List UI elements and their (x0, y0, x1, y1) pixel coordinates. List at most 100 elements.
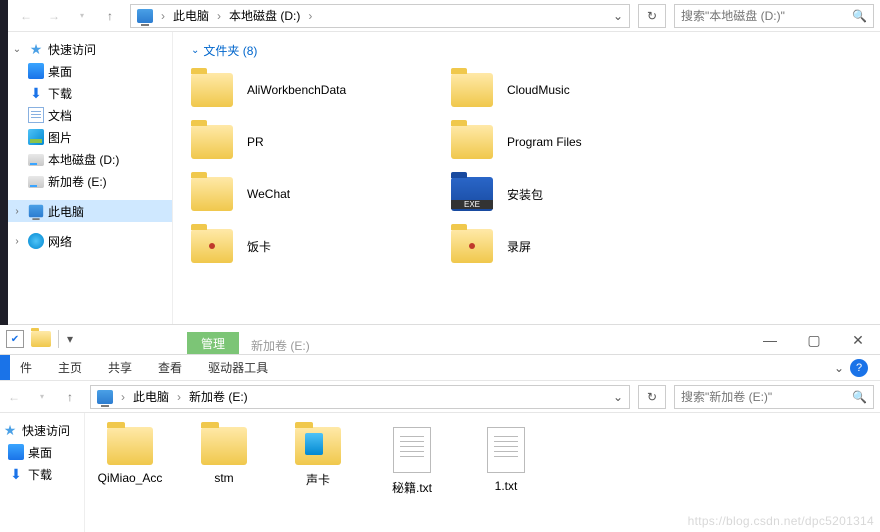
menu-view[interactable]: 查看 (158, 359, 182, 376)
tree-label: 此电脑 (48, 203, 84, 220)
chevron-right-icon: › (177, 390, 181, 404)
folder-item[interactable]: WeChat (191, 177, 451, 211)
minimize-button[interactable]: — (748, 326, 792, 354)
tree-label: 快速访问 (22, 422, 70, 439)
folder-name: Program Files (507, 135, 582, 149)
expand-icon[interactable]: › (10, 236, 24, 247)
tree-quick-access[interactable]: ⌄ ★ 快速访问 (8, 38, 172, 60)
folder-item[interactable]: CloudMusic (451, 73, 711, 107)
navigation-pane: ⌄ ★ 快速访问 桌面 ⬇下载 文档 图片 本地磁盘 (D:) 新加卷 (E:)… (8, 32, 173, 324)
tree-item-d-drive[interactable]: 本地磁盘 (D:) (26, 148, 172, 170)
back-button[interactable]: ← (14, 4, 38, 28)
address-dropdown-icon[interactable]: ⌄ (613, 390, 623, 404)
menu-file[interactable]: 件 (20, 359, 32, 376)
tree-this-pc[interactable]: › 此电脑 (8, 200, 172, 222)
address-bar[interactable]: › 此电脑 › 本地磁盘 (D:) › ⌄ (130, 4, 630, 28)
collapse-icon[interactable]: ⌄ (10, 44, 24, 55)
expand-icon[interactable]: › (10, 206, 24, 217)
address-dropdown-icon[interactable]: ⌄ (613, 9, 623, 23)
navigation-pane: ★ 快速访问 桌面 ⬇下载 (0, 413, 85, 532)
folder-item[interactable]: stm (189, 427, 259, 518)
drive-icon (28, 154, 44, 166)
folders-grid: AliWorkbenchData CloudMusic PR Program F… (191, 73, 862, 263)
folder-item[interactable]: 安装包 (451, 177, 711, 211)
breadcrumb-root[interactable]: 此电脑 (133, 388, 169, 405)
forward-button[interactable]: → (42, 4, 66, 28)
desktop-icon (8, 444, 24, 460)
folder-icon (191, 125, 233, 159)
folder-item[interactable]: 声卡 (283, 427, 353, 518)
file-item[interactable]: 1.txt (471, 427, 541, 518)
download-icon: ⬇ (8, 466, 24, 482)
tree-item-downloads[interactable]: ⬇下载 (26, 82, 172, 104)
folder-item[interactable]: Program Files (451, 125, 711, 159)
ribbon-right: ⌄ ? (834, 359, 868, 377)
breadcrumb-path[interactable]: 新加卷 (E:) (189, 388, 248, 405)
tree-item-desktop[interactable]: 桌面 (26, 60, 172, 82)
maximize-button[interactable]: ▢ (792, 326, 836, 354)
item-name: QiMiao_Acc (98, 471, 163, 485)
group-header-folders[interactable]: ⌄ 文件夹 (8) (191, 42, 862, 59)
refresh-button[interactable]: ↻ (638, 4, 666, 28)
tree-item-e-drive[interactable]: 新加卷 (E:) (26, 170, 172, 192)
file-item[interactable]: 秘籍.txt (377, 427, 447, 518)
folder-item[interactable]: 录屏 (451, 229, 711, 263)
tree-label: 网络 (48, 233, 72, 250)
search-icon[interactable]: 🔍 (852, 390, 867, 404)
watermark: https://blog.csdn.net/dpc5201314 (688, 514, 874, 528)
ribbon-expand-icon[interactable]: ⌄ (834, 361, 844, 375)
folder-icon (201, 427, 247, 465)
back-button[interactable]: ← (2, 385, 26, 409)
divider (58, 330, 59, 348)
refresh-button[interactable]: ↻ (638, 385, 666, 409)
qat-dropdown[interactable]: ▾ (63, 332, 77, 346)
folder-name: 安装包 (507, 186, 543, 203)
up-button[interactable]: ↑ (58, 385, 82, 409)
chevron-right-icon: › (161, 9, 165, 23)
breadcrumb-root[interactable]: 此电脑 (173, 7, 209, 24)
search-input[interactable] (681, 9, 852, 23)
menu-home[interactable]: 主页 (58, 359, 82, 376)
pc-icon (29, 205, 43, 218)
explorer-window-d-drive: ← → ▾ ↑ › 此电脑 › 本地磁盘 (D:) › ⌄ ↻ 🔍 ⌄ ★ 快速… (8, 0, 880, 325)
collapse-icon[interactable]: ⌄ (191, 45, 199, 56)
tree-item-pictures[interactable]: 图片 (26, 126, 172, 148)
folder-item[interactable]: PR (191, 125, 451, 159)
search-box[interactable]: 🔍 (674, 4, 874, 28)
up-button[interactable]: ↑ (98, 4, 122, 28)
search-box[interactable]: 🔍 (674, 385, 874, 409)
item-name: 秘籍.txt (392, 479, 432, 496)
folder-icon (191, 73, 233, 107)
nav-toolbar: ← → ▾ ↑ › 此电脑 › 本地磁盘 (D:) › ⌄ ↻ 🔍 (8, 0, 880, 32)
menu-drive-tools[interactable]: 驱动器工具 (208, 359, 268, 376)
tree-label: 桌面 (48, 63, 72, 80)
tree-network[interactable]: › 网络 (8, 230, 172, 252)
tree-item-desktop[interactable]: 桌面 (6, 441, 84, 463)
file-tab-edge[interactable] (0, 355, 10, 380)
tree-quick-access[interactable]: ★ 快速访问 (0, 419, 84, 441)
tree-item-downloads[interactable]: ⬇下载 (6, 463, 84, 485)
folder-icon (31, 331, 51, 347)
close-button[interactable]: ✕ (836, 326, 880, 354)
breadcrumb-path[interactable]: 本地磁盘 (D:) (229, 7, 300, 24)
folder-name: WeChat (247, 187, 290, 201)
ribbon-contextual-tab[interactable]: 管理 (187, 332, 239, 354)
folder-icon (107, 427, 153, 465)
checkbox-toggle[interactable]: ✔ (6, 330, 24, 348)
folder-item[interactable]: 饭卡 (191, 229, 451, 263)
tree-label: 下载 (28, 466, 52, 483)
tree-item-documents[interactable]: 文档 (26, 104, 172, 126)
menu-share[interactable]: 共享 (108, 359, 132, 376)
search-input[interactable] (681, 390, 852, 404)
txt-file-icon (487, 427, 525, 473)
address-bar[interactable]: › 此电脑 › 新加卷 (E:) ⌄ (90, 385, 630, 409)
search-icon[interactable]: 🔍 (852, 9, 867, 23)
content-pane[interactable]: ⌄ 文件夹 (8) AliWorkbenchData CloudMusic PR… (173, 32, 880, 324)
folder-item[interactable]: AliWorkbenchData (191, 73, 451, 107)
help-button[interactable]: ? (850, 359, 868, 377)
star-icon: ★ (28, 41, 44, 57)
recent-dropdown[interactable]: ▾ (30, 385, 54, 409)
recent-dropdown[interactable]: ▾ (70, 4, 94, 28)
nav-toolbar: ← ▾ ↑ › 此电脑 › 新加卷 (E:) ⌄ ↻ 🔍 (0, 381, 880, 413)
folder-item[interactable]: QiMiao_Acc (95, 427, 165, 518)
